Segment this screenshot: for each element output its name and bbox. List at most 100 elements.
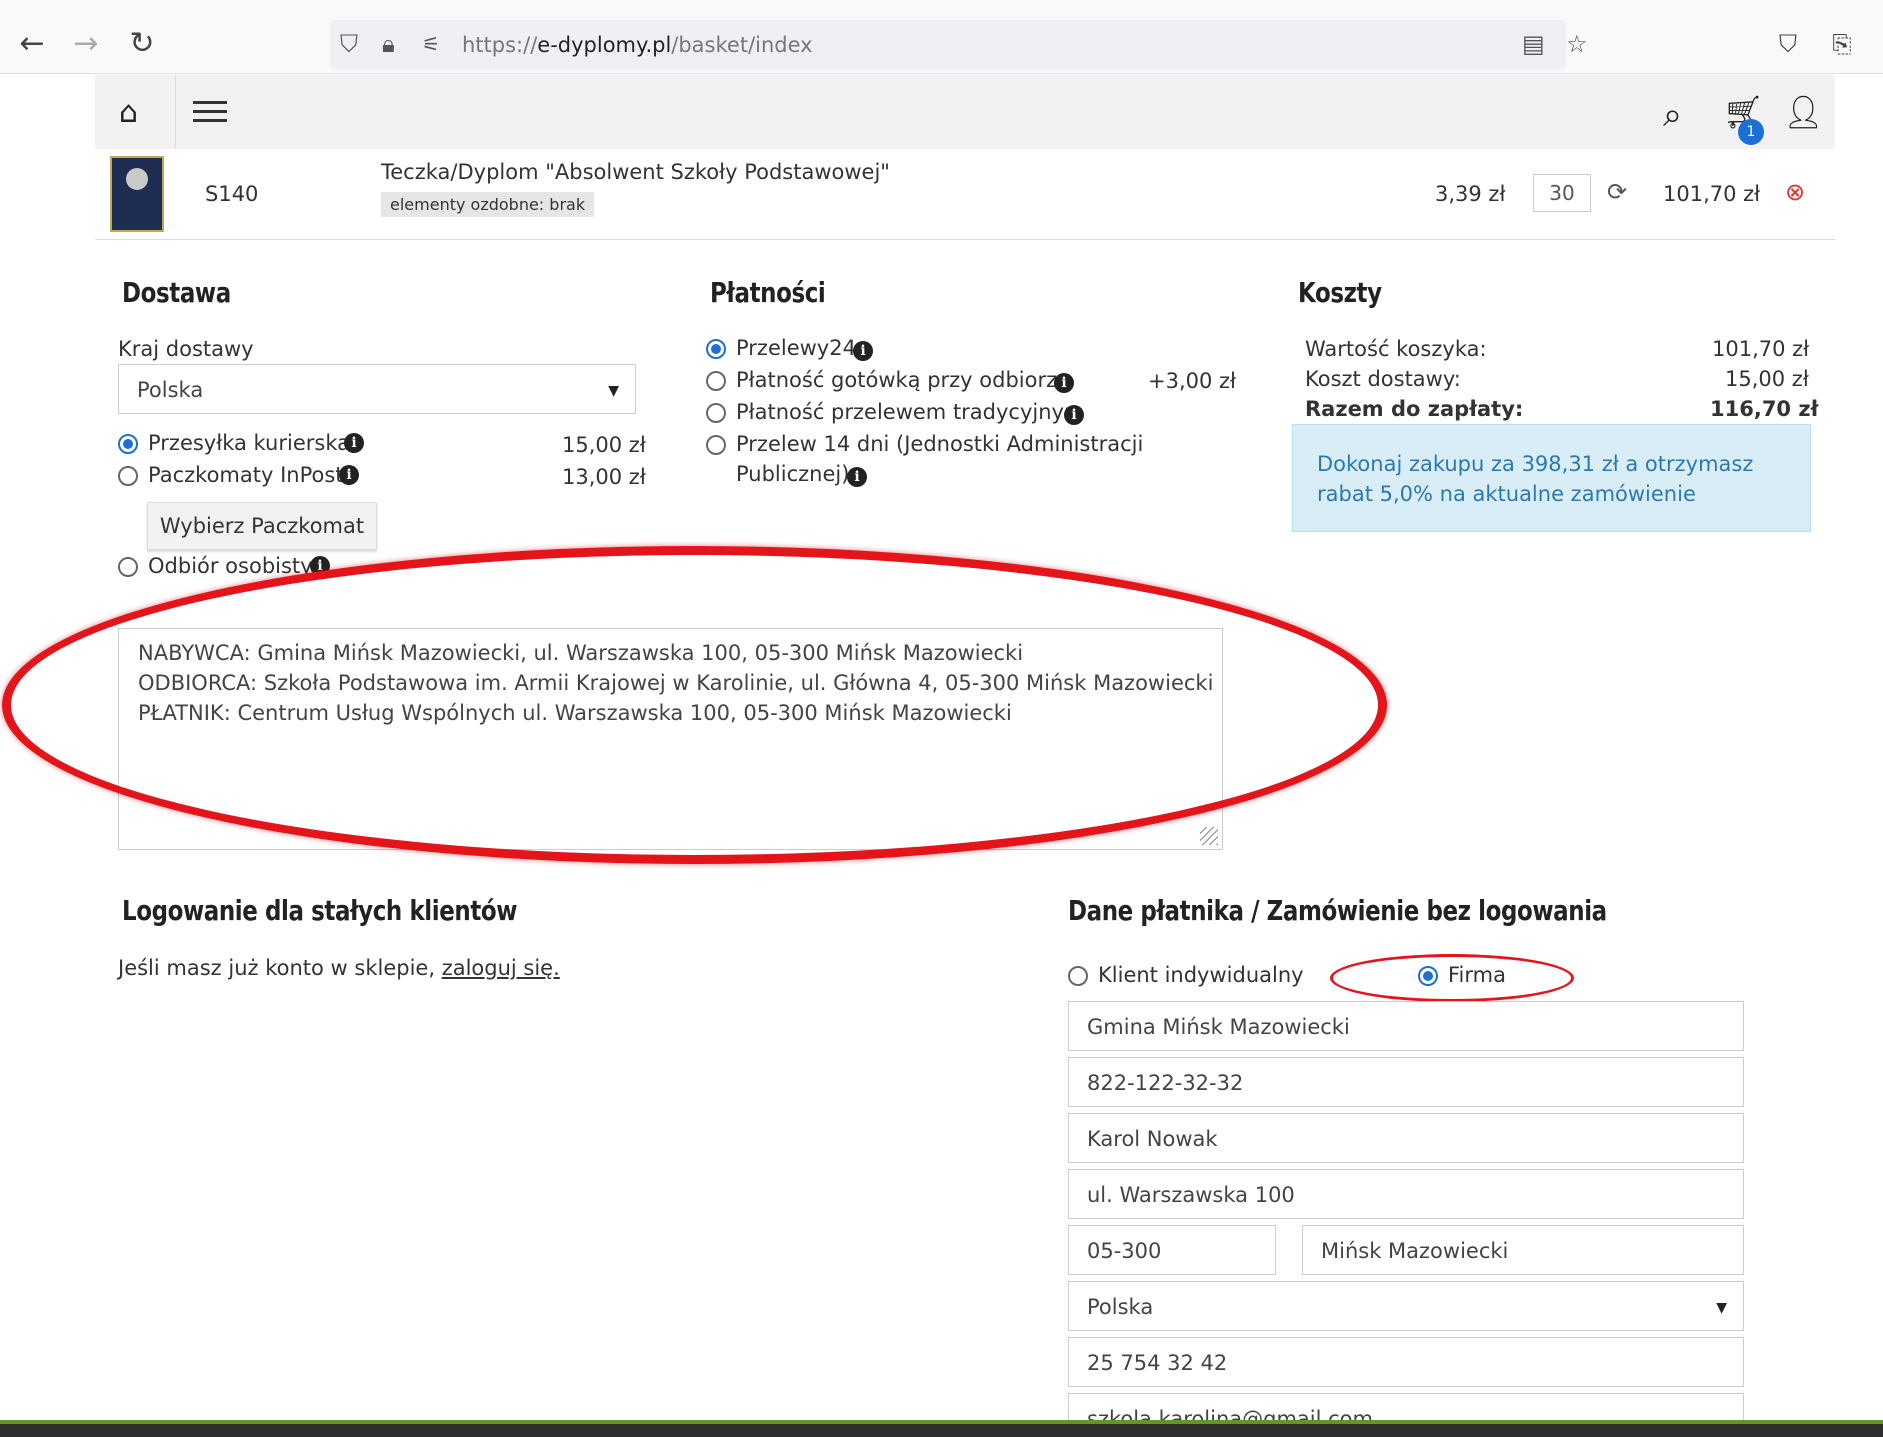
postcode-field[interactable]: 05-300: [1068, 1225, 1276, 1275]
contact-name-field[interactable]: Karol Nowak: [1068, 1113, 1744, 1163]
delivery-heading: Dostawa: [122, 276, 231, 309]
payment-option-label[interactable]: Przelew 14 dni (Jednostki Administracji: [736, 432, 1143, 456]
radio-courier[interactable]: [118, 434, 138, 454]
search-icon[interactable]: ⌕: [1663, 95, 1682, 135]
delivery-option-label[interactable]: Przesyłka kurierska: [148, 431, 350, 455]
chevron-down-icon: ▼: [608, 383, 619, 399]
url-text[interactable]: https://e-dyplomy.pl/basket/index: [462, 33, 813, 57]
browser-toolbar: ← → ↻ ⛉ 🔒︎ ⚟ https://e-dyplomy.pl/basket…: [0, 0, 1883, 74]
back-arrow-icon[interactable]: ←: [12, 24, 52, 64]
quantity-input[interactable]: 30: [1533, 174, 1591, 212]
cost-label: Koszt dostawy:: [1305, 367, 1461, 391]
info-icon[interactable]: i: [339, 465, 359, 485]
payer-country-select[interactable]: Polska ▼: [1068, 1281, 1744, 1331]
field-value: Gmina Mińsk Mazowiecki: [1087, 1015, 1350, 1039]
login-heading: Logowanie dla stałych klientów: [122, 894, 518, 927]
field-value: szkola.karolina@gmail.com: [1087, 1407, 1373, 1420]
unit-price: 3,39 zł: [1435, 182, 1506, 206]
radio-individual-client[interactable]: [1068, 966, 1088, 986]
radio-inpost[interactable]: [118, 466, 138, 486]
red-highlight-ellipse: [1330, 954, 1574, 1002]
delivery-option-price: 13,00 zł: [562, 465, 646, 489]
field-value: 25 754 32 42: [1087, 1351, 1228, 1375]
reload-icon[interactable]: ↻: [122, 24, 162, 64]
lock-icon[interactable]: 🔒︎: [382, 30, 395, 58]
reader-view-icon[interactable]: ▤: [1522, 30, 1545, 58]
radio-bank-transfer[interactable]: [706, 403, 726, 423]
user-icon[interactable]: 👤︎: [1783, 93, 1824, 131]
country-label: Kraj dostawy: [118, 337, 254, 361]
info-icon[interactable]: i: [1064, 405, 1084, 425]
home-icon[interactable]: ⌂: [119, 95, 138, 130]
remove-item-icon[interactable]: ⊗: [1785, 178, 1805, 206]
promo-info-box: Dokonaj zakupu za 398,31 zł a otrzymasz …: [1292, 424, 1811, 532]
login-link[interactable]: zaloguj się.: [442, 956, 560, 980]
payment-option-label[interactable]: Przelewy24: [736, 336, 856, 360]
resize-handle[interactable]: [1200, 827, 1218, 845]
field-value: ul. Warszawska 100: [1087, 1183, 1295, 1207]
email-field[interactable]: szkola.karolina@gmail.com: [1068, 1393, 1744, 1420]
nip-field[interactable]: 822-122-32-32: [1068, 1057, 1744, 1107]
basket-item-row: S140 Teczka/Dyplom "Absolwent Szkoły Pod…: [95, 150, 1835, 240]
payment-option-extra: +3,00 zł: [1148, 369, 1237, 393]
info-icon[interactable]: i: [847, 467, 867, 487]
payment-heading: Płatności: [710, 276, 826, 309]
line-total: 101,70 zł: [1663, 182, 1761, 206]
field-value: Karol Nowak: [1087, 1127, 1218, 1151]
promo-text: Dokonaj zakupu za 398,31 zł a otrzymasz …: [1317, 452, 1754, 506]
payer-heading: Dane płatnika / Zamówienie bez logowania: [1068, 894, 1607, 927]
field-value: 822-122-32-32: [1087, 1071, 1244, 1095]
delivery-option-label[interactable]: Odbiór osobisty: [148, 554, 313, 578]
company-name-field[interactable]: Gmina Mińsk Mazowiecki: [1068, 1001, 1744, 1051]
product-name[interactable]: Teczka/Dyplom "Absolwent Szkoły Podstawo…: [381, 160, 890, 184]
product-code: S140: [205, 182, 259, 206]
payment-option-label[interactable]: Płatność przelewem tradycyjnym: [736, 400, 1084, 424]
product-thumbnail[interactable]: [110, 156, 164, 232]
payment-option-label[interactable]: Płatność gotówką przy odbiorze: [736, 368, 1070, 392]
cost-value-total: 116,70 zł: [1710, 397, 1819, 421]
taskbar: [0, 1420, 1883, 1437]
city-field[interactable]: Mińsk Mazowiecki: [1302, 1225, 1744, 1275]
radio-cash-on-delivery[interactable]: [706, 371, 726, 391]
cost-value: 101,70 zł: [1712, 337, 1810, 361]
forward-arrow-icon[interactable]: →: [66, 24, 106, 64]
product-option-tag: elementy ozdobne: brak: [381, 192, 595, 217]
street-field[interactable]: ul. Warszawska 100: [1068, 1169, 1744, 1219]
extensions-icon[interactable]: ⎘: [1822, 24, 1862, 64]
radio-pickup[interactable]: [118, 557, 138, 577]
delivery-option-price: 15,00 zł: [562, 433, 646, 457]
pocket-icon[interactable]: ⛉: [1768, 24, 1808, 64]
hamburger-menu-icon[interactable]: [193, 101, 227, 123]
payment-option-label-cont[interactable]: Publicznej): [736, 462, 849, 486]
country-select[interactable]: Polska ▼: [118, 364, 636, 414]
chevron-down-icon: ▼: [1716, 1300, 1727, 1316]
client-type-individual-label[interactable]: Klient indywidualny: [1098, 963, 1304, 987]
cost-label-total: Razem do zapłaty:: [1305, 397, 1524, 421]
field-value: Polska: [1087, 1295, 1154, 1319]
info-icon[interactable]: i: [1054, 373, 1074, 393]
red-highlight-ellipse: [2, 546, 1387, 864]
permissions-icon[interactable]: ⚟: [422, 32, 440, 56]
field-value: Mińsk Mazowiecki: [1321, 1239, 1509, 1263]
delivery-option-label[interactable]: Paczkomaty InPost: [148, 463, 344, 487]
site-header: ⌂ ⌕ 🛒︎ 1 👤︎: [95, 75, 1835, 149]
choose-paczkomat-button[interactable]: Wybierz Paczkomat: [147, 502, 377, 550]
info-icon[interactable]: i: [344, 433, 364, 453]
shield-icon[interactable]: ⛉: [340, 30, 358, 58]
login-prompt: Jeśli masz już konto w sklepie,: [118, 956, 442, 980]
cost-label: Wartość koszyka:: [1305, 337, 1487, 361]
bookmark-star-icon[interactable]: ☆: [1566, 30, 1588, 58]
refresh-icon[interactable]: ⟳: [1607, 178, 1627, 206]
country-select-value: Polska: [137, 378, 204, 402]
field-value: 05-300: [1087, 1239, 1162, 1263]
costs-heading: Koszty: [1298, 276, 1382, 309]
radio-przelewy24[interactable]: [706, 339, 726, 359]
phone-field[interactable]: 25 754 32 42: [1068, 1337, 1744, 1387]
divider: [175, 75, 176, 149]
info-icon[interactable]: i: [853, 341, 873, 361]
cart-count-badge: 1: [1738, 119, 1764, 145]
cost-value: 15,00 zł: [1725, 367, 1809, 391]
address-bar[interactable]: ⛉ 🔒︎ ⚟ https://e-dyplomy.pl/basket/index…: [330, 20, 1588, 70]
login-text: Jeśli masz już konto w sklepie, zaloguj …: [118, 956, 560, 980]
radio-transfer-14-days[interactable]: [706, 435, 726, 455]
